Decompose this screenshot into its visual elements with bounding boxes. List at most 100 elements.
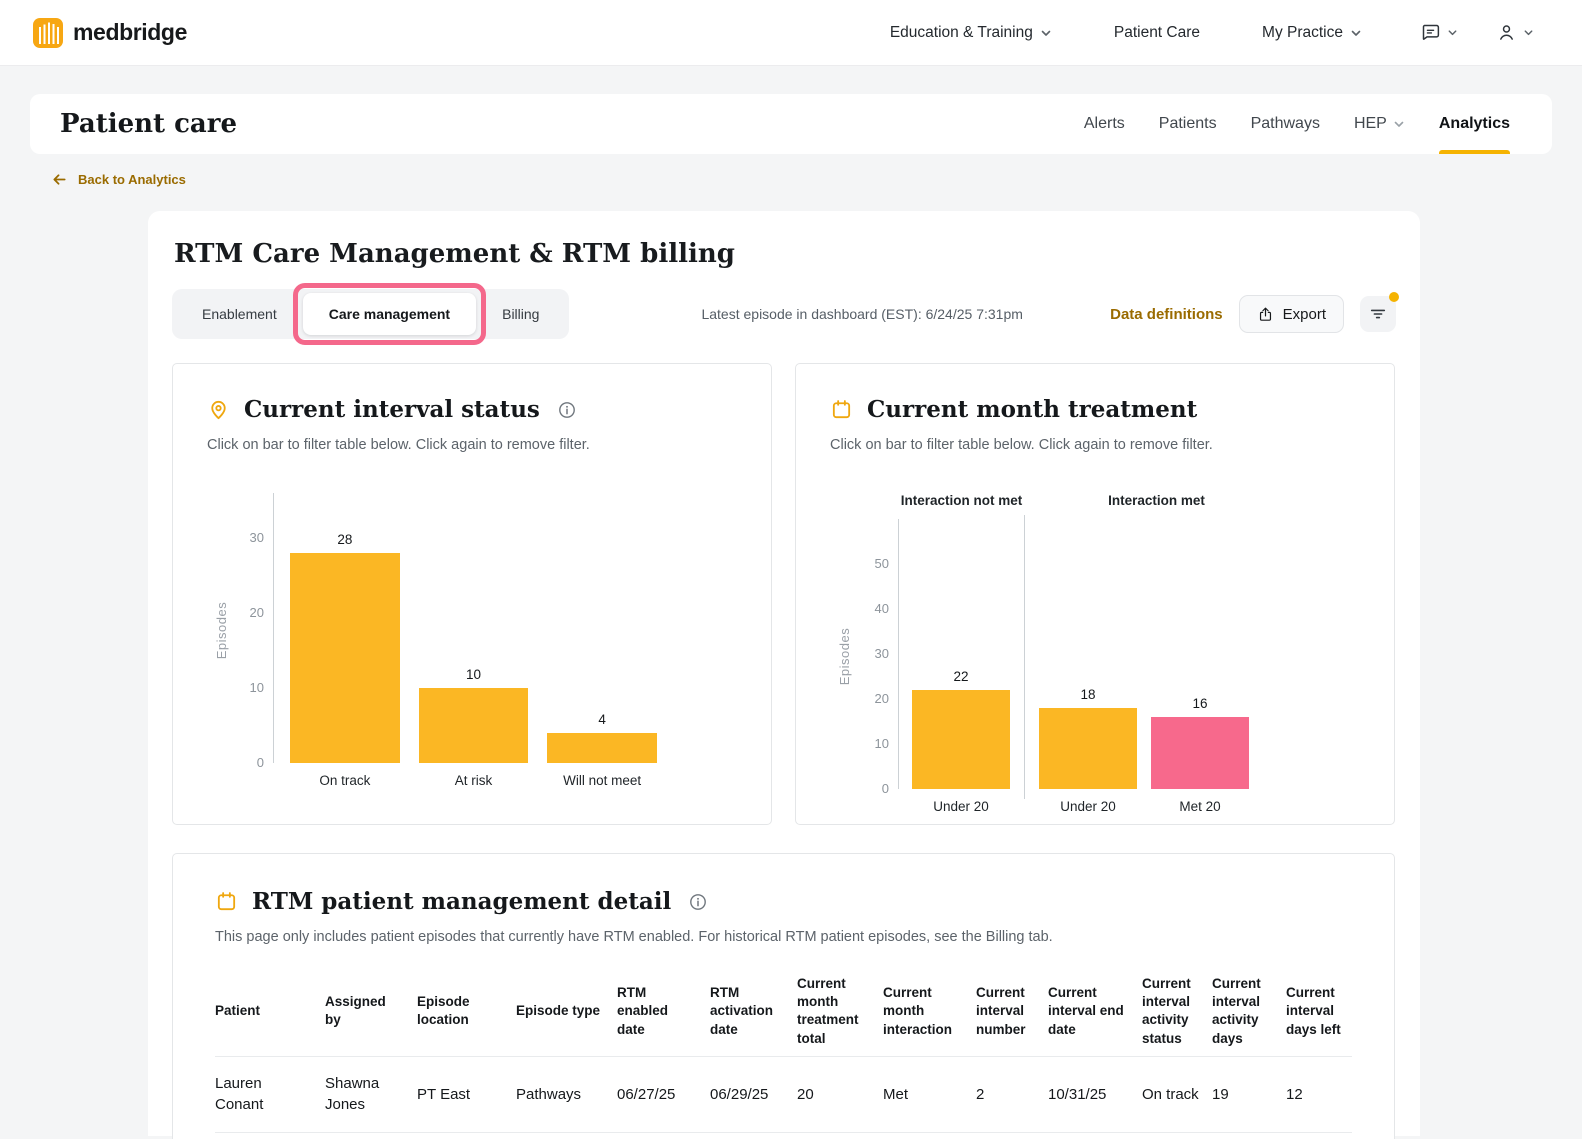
- cell-rtm-enabled-date: 06/27/25: [617, 1085, 676, 1103]
- tab-label: Analytics: [1438, 115, 1510, 132]
- table-row[interactable]: Lauren Conant Shawna Jones PT East Pathw…: [215, 1057, 1352, 1133]
- tab-label: Alerts: [1083, 115, 1125, 132]
- bar-value-label: 22: [953, 669, 969, 684]
- column-header-current-interval-activity-days: Current interval activity days: [1212, 976, 1261, 1046]
- bar-under-20-met[interactable]: [1039, 708, 1137, 789]
- calendar-icon: [217, 892, 236, 911]
- x-label: Under 20: [933, 799, 989, 814]
- segment-billing[interactable]: Billing: [476, 293, 565, 335]
- column-header-episode-type: Episode type: [516, 1003, 601, 1019]
- table-title: RTM patient management detail: [252, 888, 672, 915]
- group-divider-line: [1024, 515, 1025, 799]
- bar-at-risk[interactable]: [418, 688, 529, 763]
- chevron-down-icon: [1041, 30, 1051, 36]
- segment-care-management[interactable]: Care management: [292, 283, 487, 345]
- tab-label: Pathways: [1250, 115, 1320, 132]
- column-header-current-month-interaction: Current month interaction: [883, 985, 953, 1037]
- chart1-plot: 30 20 10 0 28 10 4 On track At risk Will…: [250, 493, 658, 788]
- top-navbar: medbridge Education & Training Patient C…: [0, 0, 1582, 66]
- chart1-subtitle: Click on bar to filter table below. Clic…: [207, 437, 590, 453]
- column-header-current-interval-activity-status: Current interval activity status: [1142, 976, 1191, 1046]
- chart1-header: Current interval status: [207, 396, 737, 423]
- y-tick: 0: [256, 755, 264, 770]
- group-label-interaction-met: Interaction met: [1108, 493, 1205, 508]
- tab-patients[interactable]: Patients: [1159, 94, 1217, 154]
- cell-current-month-interaction: Met: [883, 1085, 909, 1103]
- table-note: This page only includes patient episodes…: [215, 929, 1053, 945]
- toolbar: Enablement Care management Billing Lates…: [172, 283, 1399, 345]
- nav-item-my-practice[interactable]: My Practice: [1262, 24, 1362, 42]
- tab-label: Patients: [1158, 115, 1217, 132]
- segmented-control: Enablement Care management Billing: [172, 283, 570, 345]
- filter-lines-icon: [1370, 309, 1386, 319]
- nav-item-patient-care[interactable]: Patient Care: [1114, 24, 1200, 42]
- column-header-rtm-enabled-date: RTM enabled date: [617, 985, 669, 1037]
- column-header-assigned-by: Assigned by: [325, 994, 386, 1028]
- column-header-patient: Patient: [215, 1003, 261, 1019]
- brand-logo[interactable]: medbridge: [33, 17, 187, 48]
- chart2-area: Episodes Interaction not met Interaction…: [830, 491, 1360, 836]
- toolbar-right: Data definitions Export: [1110, 292, 1399, 333]
- export-label: Export: [1282, 305, 1326, 323]
- latest-episode-text: Latest episode in dashboard (EST): 6/24/…: [701, 306, 1023, 322]
- bar-group: 4: [547, 493, 658, 763]
- cell-current-interval-activity-status: On track: [1142, 1085, 1199, 1103]
- bar-value-label: 18: [1080, 687, 1096, 702]
- y-tick: 50: [874, 556, 889, 571]
- chart2-y-axis-label: Episodes: [837, 627, 853, 686]
- bar-will-not-meet[interactable]: [547, 733, 658, 763]
- bar-value-label: 28: [337, 532, 353, 547]
- info-icon[interactable]: [558, 401, 576, 419]
- chat-icon: [1422, 24, 1440, 40]
- cell-rtm-activation-date: 06/29/25: [710, 1085, 769, 1103]
- column-header-current-interval-days-left: Current interval days left: [1286, 985, 1341, 1037]
- bar-group: 22: [912, 519, 1010, 789]
- info-icon[interactable]: [689, 893, 707, 911]
- messages-menu[interactable]: [1420, 22, 1458, 43]
- tab-alerts[interactable]: Alerts: [1084, 94, 1125, 154]
- y-tick: 30: [249, 530, 264, 545]
- account-menu[interactable]: [1496, 22, 1534, 43]
- page: medbridge Education & Training Patient C…: [0, 0, 1582, 1139]
- chart1-bars: 28 10 4: [274, 493, 658, 763]
- back-to-analytics-link[interactable]: Back to Analytics: [52, 172, 186, 187]
- cell-current-interval-days-left: 12: [1286, 1085, 1303, 1103]
- column-header-rtm-activation-date: RTM activation date: [710, 985, 774, 1037]
- cell-current-interval-number: 2: [976, 1085, 985, 1103]
- medbridge-logo-icon: [33, 17, 63, 48]
- nav-label: My Practice: [1262, 23, 1343, 41]
- bar-value-label: 16: [1192, 696, 1208, 711]
- table-header: RTM patient management detail: [215, 888, 1352, 915]
- export-button[interactable]: Export: [1238, 295, 1344, 333]
- nav-item-education-training[interactable]: Education & Training: [890, 24, 1052, 42]
- filter-notification-dot: [1389, 292, 1399, 302]
- data-definitions-link[interactable]: Data definitions: [1110, 306, 1223, 323]
- bar-value-label: 4: [598, 712, 606, 727]
- nav-icons: [1420, 22, 1534, 43]
- y-tick: 0: [881, 781, 889, 796]
- segment-enablement[interactable]: Enablement: [176, 293, 303, 335]
- tab-hep[interactable]: HEP: [1354, 94, 1405, 154]
- bar-value-label: 10: [465, 667, 482, 682]
- bar-on-track[interactable]: [290, 553, 400, 763]
- segment-label: Care management: [328, 306, 451, 322]
- tab-analytics[interactable]: Analytics: [1438, 94, 1510, 154]
- chevron-down-icon: [1351, 30, 1361, 36]
- cell-episode-type: Pathways: [516, 1085, 582, 1103]
- chart1-y-axis-label: Episodes: [214, 601, 230, 660]
- tab-pathways[interactable]: Pathways: [1251, 94, 1320, 154]
- chevron-down-icon: [1448, 30, 1457, 36]
- y-tick: 30: [874, 646, 889, 661]
- filter-button[interactable]: [1360, 292, 1399, 332]
- page-header-title: Patient care: [60, 109, 238, 139]
- arrow-left-icon: [53, 174, 66, 185]
- cell-episode-location: PT East: [417, 1085, 471, 1103]
- chart-card-current-interval-status: Current interval status Click on bar to …: [172, 363, 772, 825]
- cell-assigned-by: Shawna Jones: [325, 1075, 380, 1114]
- x-label: At risk: [454, 773, 493, 788]
- calendar-icon: [832, 400, 851, 419]
- y-tick: 40: [874, 601, 889, 616]
- bar-under-20-not-met[interactable]: [912, 690, 1010, 789]
- bar-met-20[interactable]: [1151, 717, 1249, 789]
- x-label: Will not meet: [563, 773, 642, 788]
